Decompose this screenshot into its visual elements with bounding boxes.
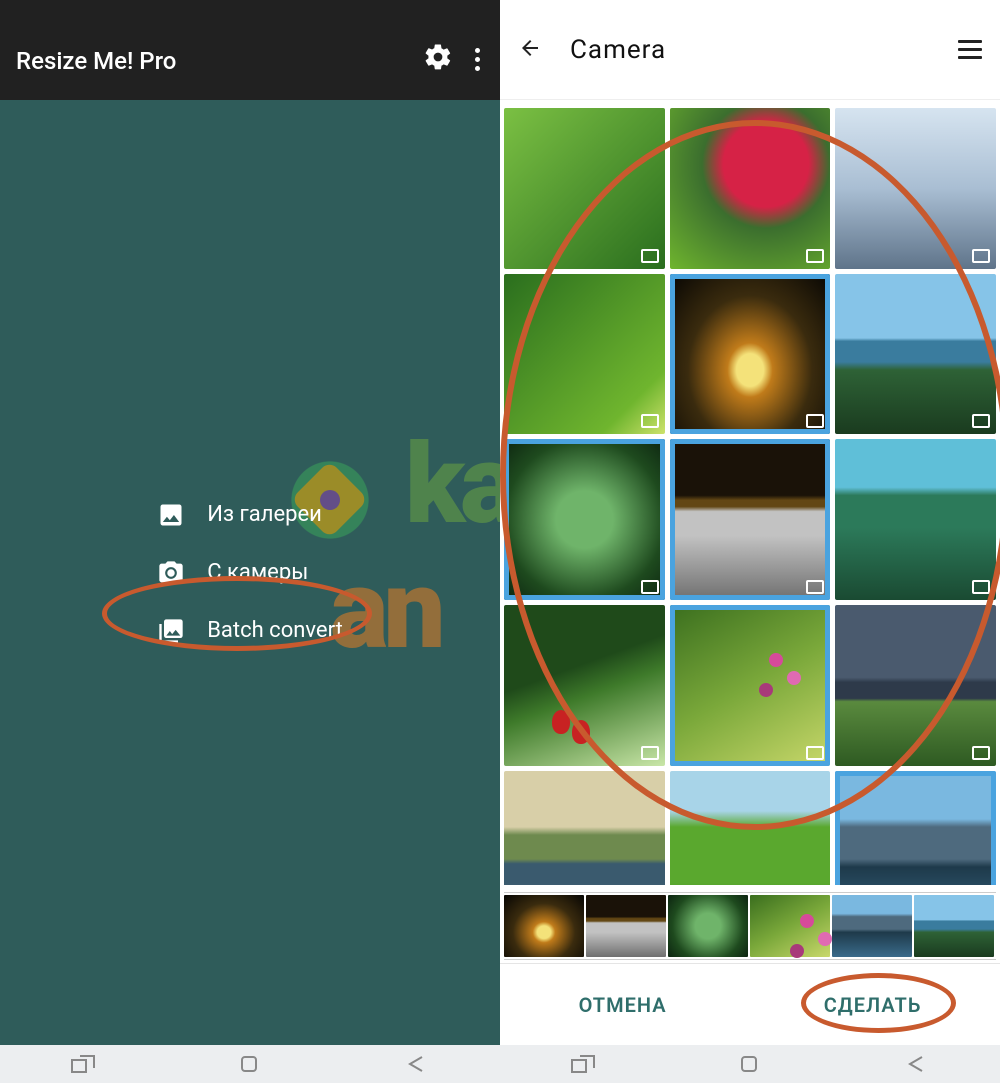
landscape-badge-icon — [641, 414, 659, 428]
image-icon — [157, 501, 185, 529]
landscape-badge-icon — [806, 746, 824, 760]
camera-icon — [157, 559, 185, 587]
landscape-badge-icon — [806, 580, 824, 594]
thumb-waterfall[interactable] — [835, 439, 996, 600]
thumb-lake-mountains[interactable] — [835, 274, 996, 435]
strip-thumb-0[interactable] — [504, 895, 584, 957]
cancel-button[interactable]: ОТМЕНА — [579, 993, 667, 1017]
strip-thumb-3[interactable] — [750, 895, 830, 957]
android-navbar — [0, 1045, 1000, 1083]
landscape-badge-icon — [641, 249, 659, 263]
landscape-badge-icon — [641, 580, 659, 594]
thumb-strawberries[interactable] — [504, 605, 665, 766]
picker-appbar: Camera — [500, 0, 1000, 100]
thumb-green-leaves[interactable] — [504, 274, 665, 435]
landscape-badge-icon — [806, 414, 824, 428]
strip-thumb-4[interactable] — [832, 895, 912, 957]
menu-gallery-label: Из галереи — [207, 502, 322, 527]
strip-thumb-5[interactable] — [914, 895, 994, 957]
hamburger-icon[interactable] — [958, 40, 982, 59]
main-menu: Из галереи С камеры Batch convert — [157, 501, 343, 645]
landscape-badge-icon — [641, 746, 659, 760]
thumb-river-reflection[interactable] — [504, 771, 665, 885]
thumb-architecture[interactable] — [835, 108, 996, 269]
strip-thumb-2[interactable] — [668, 895, 748, 957]
appbar: Resize Me! Pro — [0, 0, 500, 100]
photo-grid — [500, 104, 1000, 885]
selected-strip — [504, 892, 996, 960]
thumb-leaf-plant[interactable] — [504, 439, 665, 600]
thumb-moon-field[interactable] — [670, 439, 831, 600]
thumb-green-course[interactable] — [670, 771, 831, 885]
strip-thumb-1[interactable] — [586, 895, 666, 957]
menu-batch-label: Batch convert — [207, 618, 343, 643]
overflow-icon[interactable] — [471, 44, 484, 75]
back-icon[interactable] — [404, 1054, 430, 1074]
landscape-badge-icon — [972, 249, 990, 263]
picker-screen: Camera ОТМЕНА СДЕЛАТЬ — [500, 0, 1000, 1045]
back-icon[interactable] — [904, 1054, 930, 1074]
home-icon[interactable] — [737, 1054, 763, 1074]
resize-app-screen: Resize Me! Pro kaan Из галереи — [0, 0, 500, 1045]
done-button[interactable]: СДЕЛАТЬ — [824, 993, 922, 1017]
picker-title: Camera — [570, 35, 958, 65]
recents-icon[interactable] — [70, 1054, 96, 1074]
recents-icon[interactable] — [570, 1054, 596, 1074]
menu-gallery[interactable]: Из галереи — [157, 501, 343, 529]
landscape-badge-icon — [972, 414, 990, 428]
landscape-badge-icon — [972, 580, 990, 594]
gear-icon[interactable] — [423, 42, 453, 76]
landscape-badge-icon — [972, 746, 990, 760]
home-icon[interactable] — [237, 1054, 263, 1074]
back-arrow-icon[interactable] — [518, 36, 542, 64]
thumb-raspberry[interactable] — [670, 108, 831, 269]
thumb-storm-clouds[interactable] — [835, 605, 996, 766]
collections-icon — [157, 617, 185, 645]
thumb-night-tree[interactable] — [670, 274, 831, 435]
menu-camera[interactable]: С камеры — [157, 559, 343, 587]
menu-camera-label: С камеры — [207, 560, 308, 585]
picker-bottombar: ОТМЕНА СДЕЛАТЬ — [500, 963, 1000, 1045]
thumb-pink-flowers[interactable] — [670, 605, 831, 766]
thumb-grass-closeup[interactable] — [504, 108, 665, 269]
app-title: Resize Me! Pro — [16, 25, 423, 75]
menu-batch-convert[interactable]: Batch convert — [157, 617, 343, 645]
thumb-blue-mountains[interactable] — [835, 771, 996, 885]
landscape-badge-icon — [806, 249, 824, 263]
